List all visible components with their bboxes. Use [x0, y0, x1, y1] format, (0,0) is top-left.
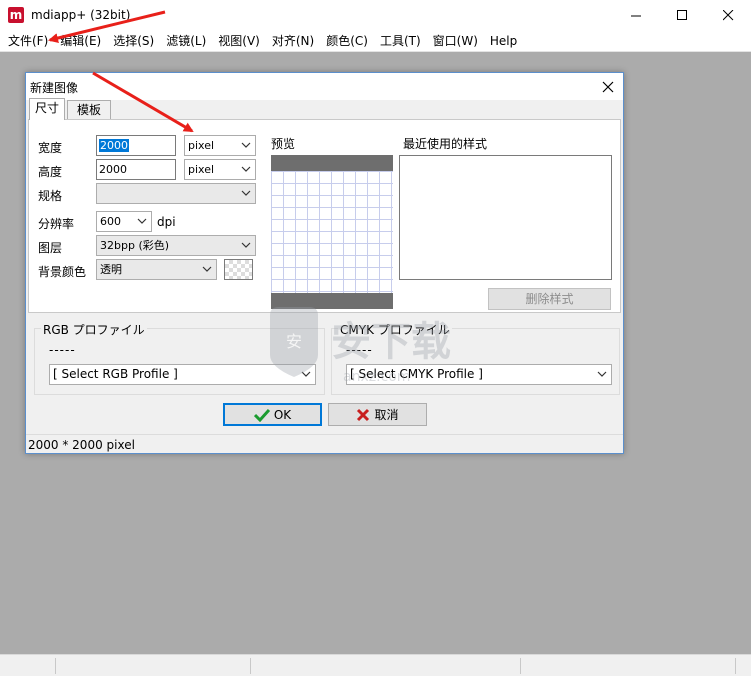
rgb-profile-select[interactable]: [ Select RGB Profile ] — [49, 364, 316, 385]
preview-bottom-bar — [271, 293, 393, 309]
layer-value: 32bpp (彩色) — [100, 239, 170, 252]
chevron-down-icon — [301, 371, 311, 377]
chevron-down-icon — [202, 266, 212, 272]
rgb-profile-legend: RGB プロファイル — [41, 321, 147, 338]
dialog-title-bar: 新建图像 — [26, 73, 623, 100]
menu-filter[interactable]: 滤镜(L) — [160, 31, 212, 51]
menu-help[interactable]: Help — [484, 31, 523, 51]
dialog-title: 新建图像 — [30, 81, 79, 95]
resolution-label: 分辨率 — [38, 217, 75, 231]
minimize-icon — [630, 15, 641, 17]
status-divider — [520, 658, 521, 674]
cancel-button[interactable]: 取消 — [328, 403, 427, 426]
menu-file[interactable]: 文件(F) — [2, 31, 54, 51]
width-unit-select[interactable]: pixel — [184, 135, 256, 156]
cmyk-profile-legend: CMYK プロファイル — [338, 321, 452, 338]
preview-top-bar — [271, 155, 393, 171]
resolution-select[interactable]: 600 — [96, 211, 152, 232]
height-input[interactable]: 2000 — [96, 159, 176, 180]
height-label: 高度 — [38, 165, 63, 179]
tab-template[interactable]: 模板 — [67, 100, 111, 120]
preset-select[interactable] — [96, 183, 256, 204]
chevron-down-icon — [597, 371, 607, 377]
menu-view[interactable]: 视图(V) — [212, 31, 266, 51]
image-size-status: 2000 * 2000 pixel — [28, 438, 135, 452]
menu-color[interactable]: 颜色(C) — [320, 31, 374, 51]
chevron-down-icon — [241, 242, 251, 248]
width-value: 2000 — [99, 139, 129, 152]
menu-align[interactable]: 对齐(N) — [266, 31, 320, 51]
recent-styles-list[interactable] — [399, 155, 612, 280]
layer-select[interactable]: 32bpp (彩色) — [96, 235, 256, 256]
bg-color-value: 透明 — [100, 263, 122, 276]
new-image-dialog: 新建图像 尺寸 模板 宽度 2000 pixel 高度 2000 pixel 规… — [25, 72, 624, 454]
cmyk-profile-value: [ Select CMYK Profile ] — [350, 367, 483, 381]
layer-label: 图层 — [38, 241, 63, 255]
height-unit-select[interactable]: pixel — [184, 159, 256, 180]
preset-label: 规格 — [38, 189, 63, 203]
status-divider — [735, 658, 736, 674]
close-window-button[interactable] — [705, 0, 751, 31]
dialog-close-button[interactable] — [597, 76, 619, 98]
ok-button[interactable]: OK — [223, 403, 322, 426]
height-value: 2000 — [99, 163, 127, 176]
height-unit-value: pixel — [188, 163, 215, 176]
preview-label: 预览 — [271, 137, 296, 151]
delete-style-button[interactable]: 删除样式 — [488, 288, 611, 310]
width-unit-value: pixel — [188, 139, 215, 152]
size-tab-panel: 宽度 2000 pixel 高度 2000 pixel 规格 分辨率 600 d… — [28, 119, 621, 313]
x-cancel-icon — [357, 408, 370, 421]
cmyk-profile-group: CMYK プロファイル ----- [ Select CMYK Profile … — [331, 321, 620, 395]
menu-tools[interactable]: 工具(T) — [374, 31, 427, 51]
app-logo-icon: m — [8, 7, 24, 23]
menu-select[interactable]: 选择(S) — [107, 31, 160, 51]
cmyk-profile-dashes: ----- — [346, 343, 373, 357]
bg-color-swatch[interactable] — [224, 259, 253, 280]
menu-edit[interactable]: 编辑(E) — [54, 31, 107, 51]
dialog-status-bar: 2000 * 2000 pixel — [26, 434, 623, 454]
recent-styles-label: 最近使用的样式 — [403, 137, 488, 151]
width-label: 宽度 — [38, 141, 63, 155]
cmyk-profile-select[interactable]: [ Select CMYK Profile ] — [346, 364, 612, 385]
tab-size[interactable]: 尺寸 — [29, 98, 65, 120]
checkmark-icon — [253, 408, 270, 422]
minimize-button[interactable] — [613, 0, 659, 31]
rgb-profile-dashes: ----- — [49, 343, 76, 357]
title-bar: m mdiapp+ (32bit) — [0, 0, 751, 31]
window-title: mdiapp+ (32bit) — [31, 8, 131, 22]
chevron-down-icon — [137, 218, 147, 224]
chevron-down-icon — [241, 166, 251, 172]
maximize-icon — [676, 10, 687, 20]
cancel-label: 取消 — [374, 408, 399, 422]
menu-window[interactable]: 窗口(W) — [427, 31, 484, 51]
menu-bar: 文件(F) 编辑(E) 选择(S) 滤镜(L) 视图(V) 对齐(N) 颜色(C… — [0, 31, 751, 51]
resolution-value: 600 — [100, 215, 121, 228]
preview-canvas — [271, 155, 393, 309]
bg-color-select[interactable]: 透明 — [96, 259, 217, 280]
status-bar — [0, 654, 751, 676]
ok-label: OK — [273, 407, 292, 422]
chevron-down-icon — [241, 190, 251, 196]
width-input[interactable]: 2000 — [96, 135, 176, 156]
maximize-button[interactable] — [659, 0, 705, 31]
preview-grid — [271, 171, 393, 293]
rgb-profile-group: RGB プロファイル ----- [ Select RGB Profile ] — [34, 321, 325, 395]
status-divider — [250, 658, 251, 674]
status-divider — [55, 658, 56, 674]
resolution-unit: dpi — [157, 215, 176, 229]
close-icon — [722, 10, 733, 21]
rgb-profile-value: [ Select RGB Profile ] — [53, 367, 178, 381]
bg-color-label: 背景颜色 — [38, 265, 87, 279]
close-icon — [602, 81, 614, 93]
chevron-down-icon — [241, 142, 251, 148]
